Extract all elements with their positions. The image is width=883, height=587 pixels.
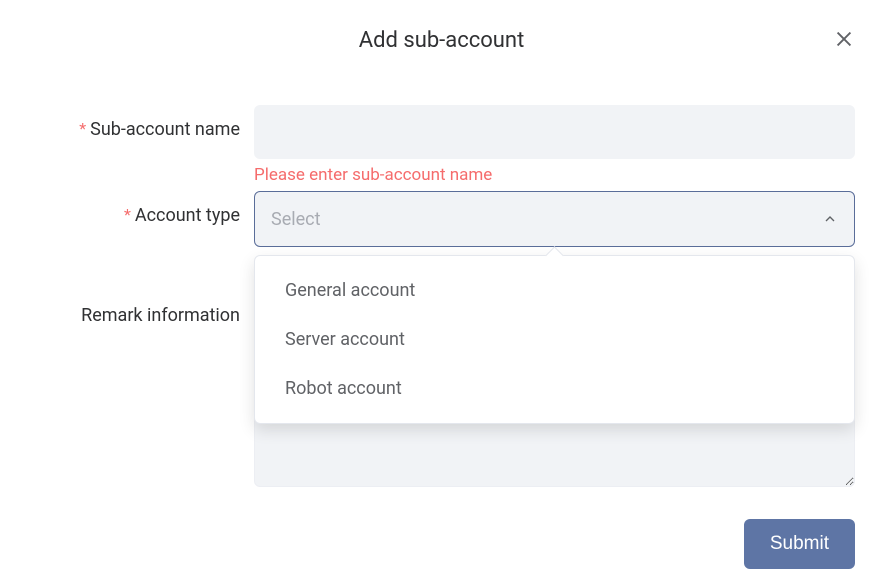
required-mark: * <box>79 119 86 138</box>
account-type-placeholder: Select <box>271 209 320 230</box>
account-type-select[interactable]: Select <box>254 191 855 247</box>
row-account-type: *Account type Select General account Ser… <box>28 191 855 247</box>
modal-title: Add sub-account <box>28 28 855 53</box>
label-account-type: *Account type <box>28 191 254 226</box>
sub-account-name-error: Please enter sub-account name <box>254 165 855 185</box>
close-icon <box>833 28 855 50</box>
dropdown-option-robot[interactable]: Robot account <box>255 364 854 413</box>
chevron-up-icon <box>822 211 838 227</box>
modal-footer: Submit <box>28 519 855 569</box>
add-sub-account-modal: Add sub-account *Sub-account name Please… <box>0 0 883 587</box>
account-type-dropdown: General account Server account Robot acc… <box>254 255 855 424</box>
field-sub-account-name: Please enter sub-account name <box>254 105 855 191</box>
label-sub-account-name: *Sub-account name <box>28 105 254 140</box>
dropdown-option-server[interactable]: Server account <box>255 315 854 364</box>
label-remark: Remark information <box>28 291 254 326</box>
modal-header: Add sub-account <box>28 28 855 53</box>
close-button[interactable] <box>833 28 855 50</box>
dropdown-option-general[interactable]: General account <box>255 266 854 315</box>
submit-button[interactable]: Submit <box>744 519 855 569</box>
field-account-type: Select General account Server account Ro… <box>254 191 855 247</box>
sub-account-name-input[interactable] <box>254 105 855 159</box>
required-mark: * <box>124 205 131 224</box>
row-sub-account-name: *Sub-account name Please enter sub-accou… <box>28 105 855 191</box>
